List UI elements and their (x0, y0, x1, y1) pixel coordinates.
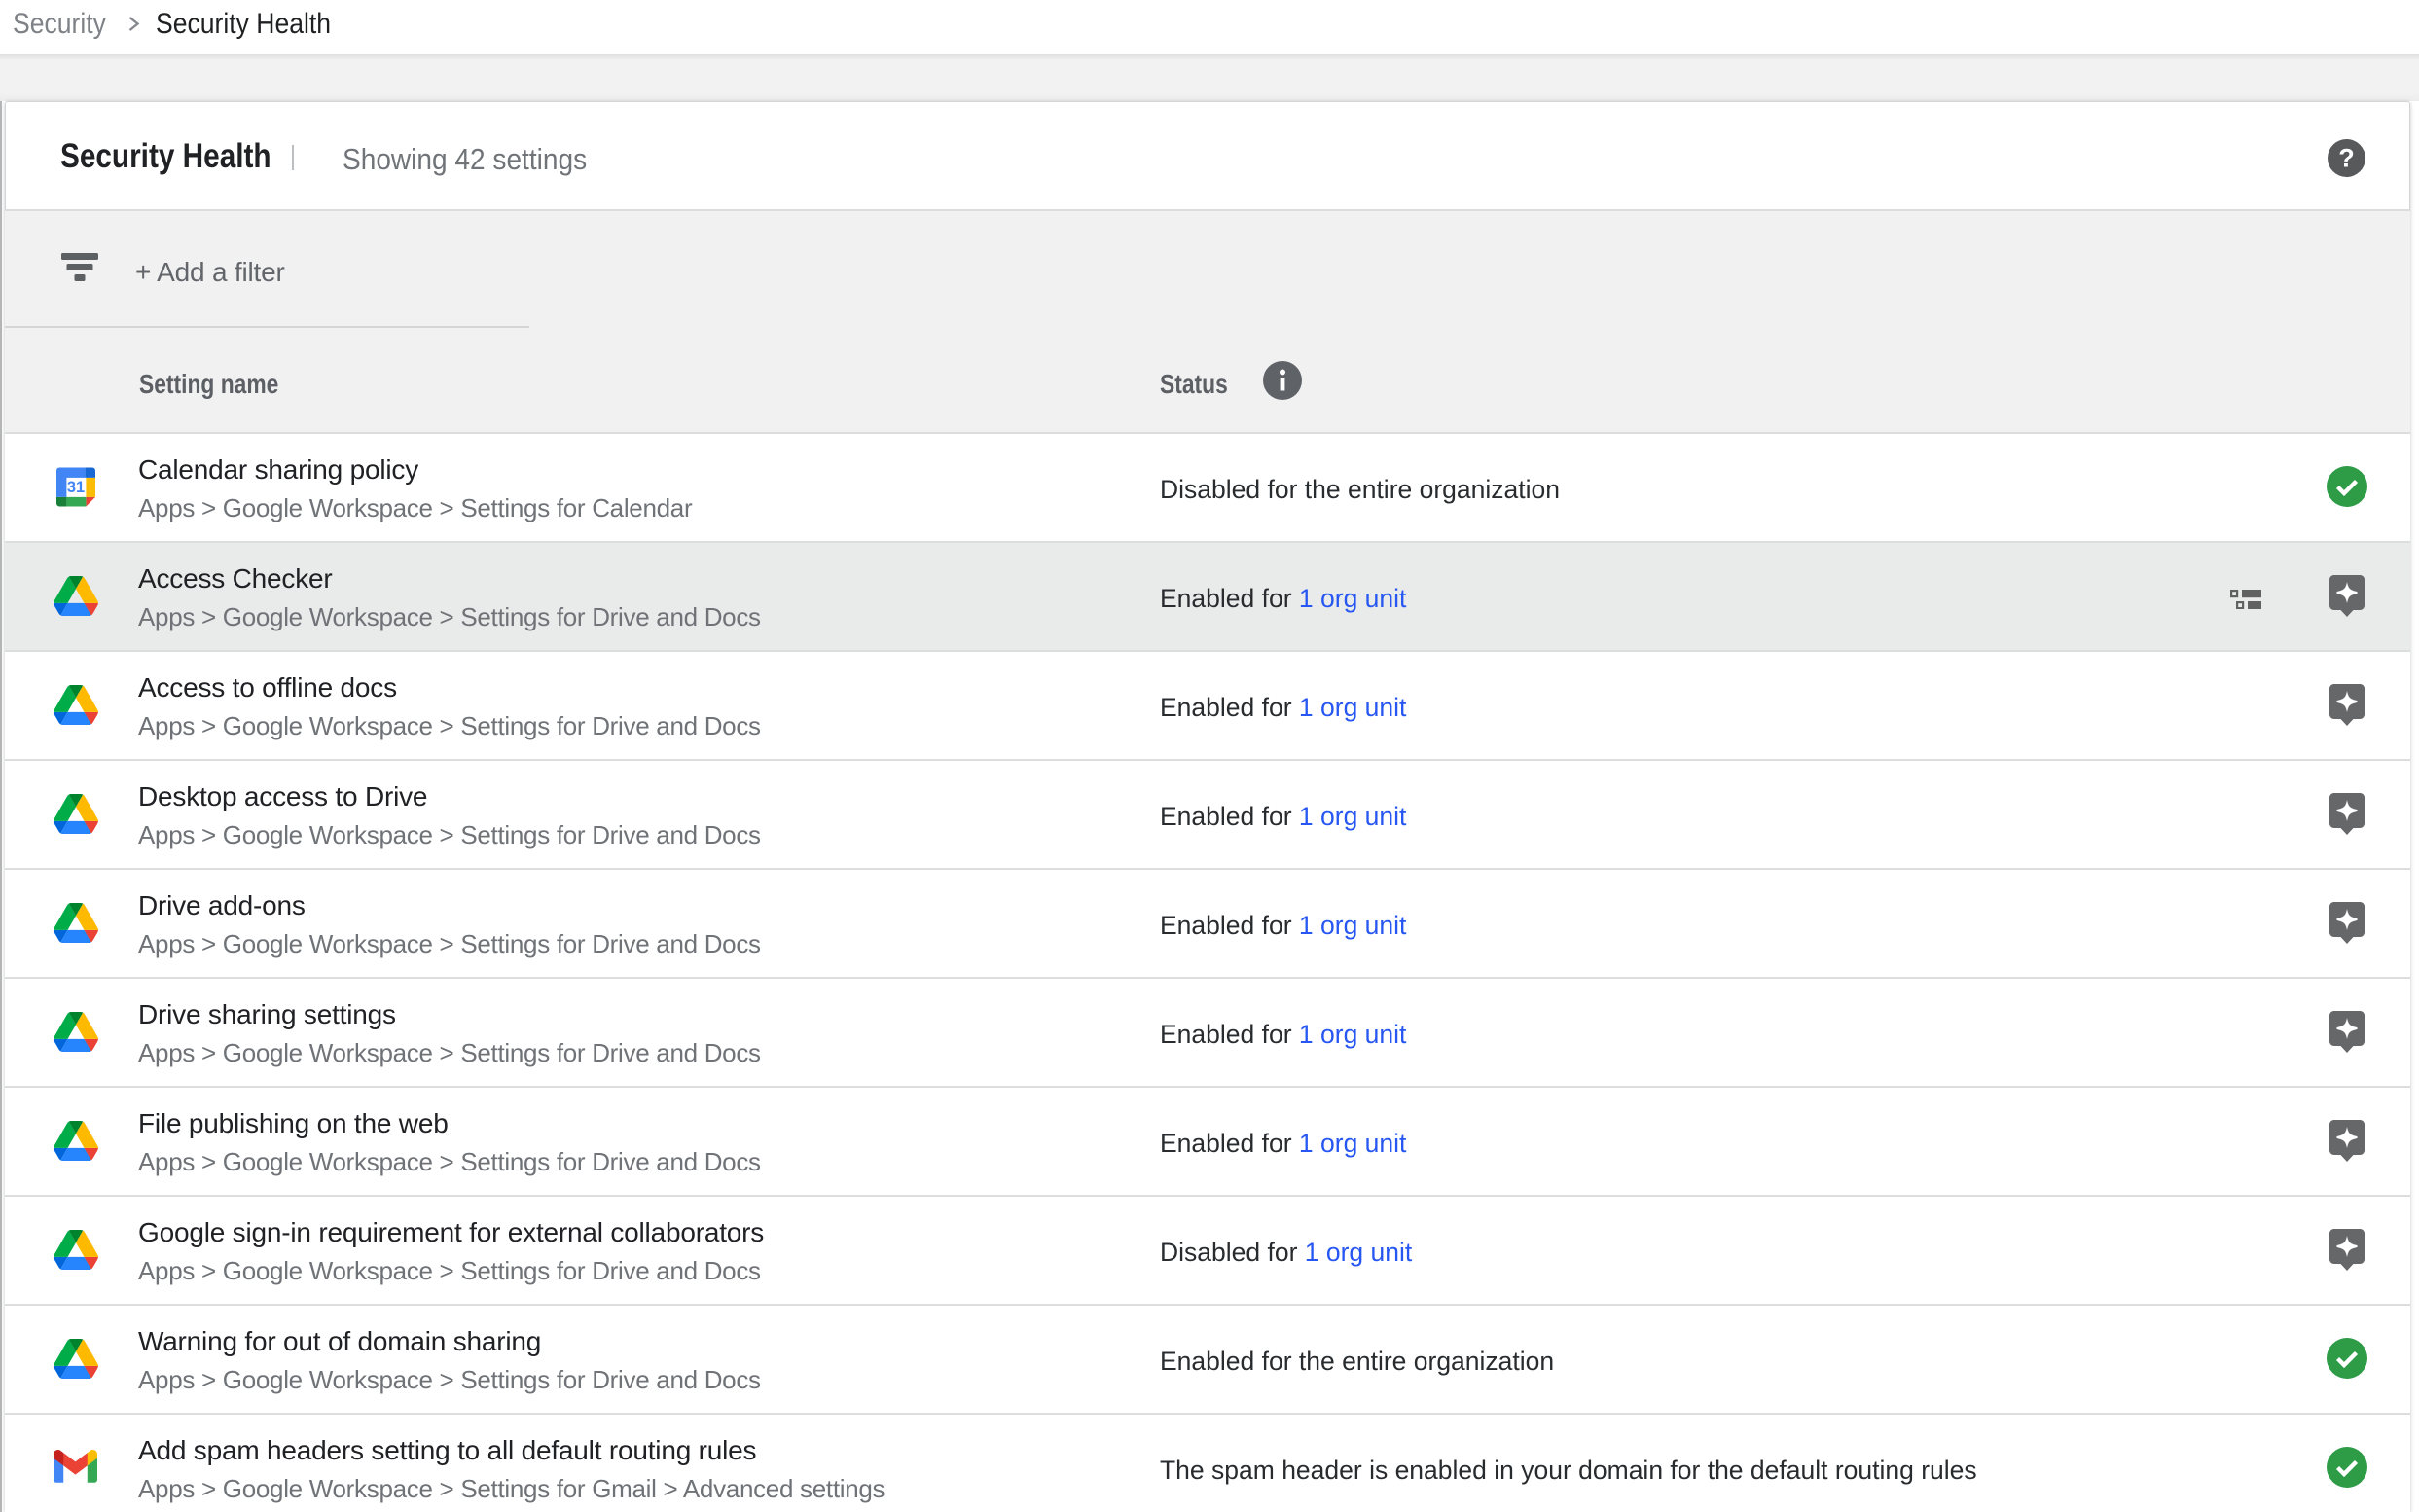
svg-text:31: 31 (67, 479, 85, 496)
svg-text:?: ? (2338, 144, 2355, 173)
